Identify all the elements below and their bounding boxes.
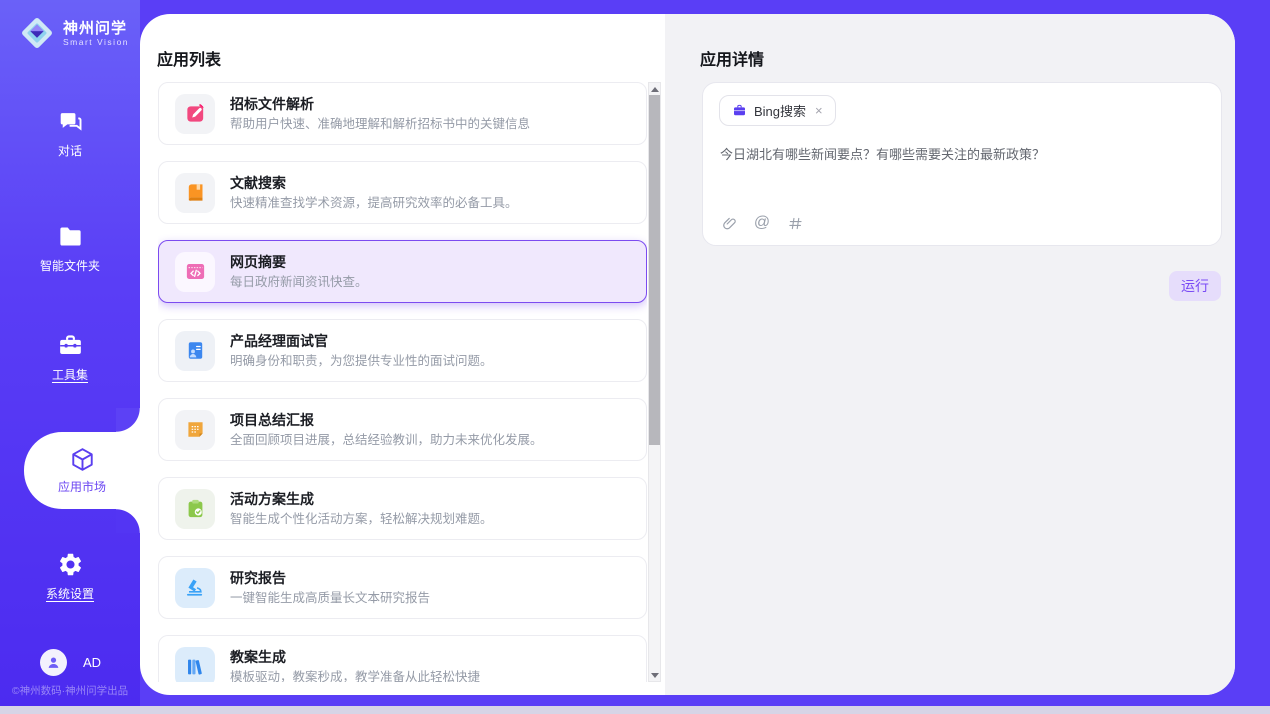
app-title: 教案生成: [230, 648, 480, 666]
clipboard-check-icon: [175, 489, 215, 529]
query-input-card[interactable]: Bing搜索 × 今日湖北有哪些新闻要点？有哪些需要关注的最新政策？ @: [702, 82, 1222, 246]
sidebar-item-tools[interactable]: 工具集: [0, 332, 140, 383]
run-button[interactable]: 运行: [1169, 271, 1221, 301]
app-card[interactable]: 研究报告一键智能生成高质量长文本研究报告: [158, 556, 647, 619]
sidebar-item-settings[interactable]: 系统设置: [0, 551, 140, 602]
app-card-text: 网页摘要每日政府新闻资讯快查。: [230, 253, 368, 290]
gear-icon: [57, 551, 84, 578]
paperclip-icon[interactable]: [720, 214, 738, 232]
user-initials: AD: [83, 655, 101, 670]
memo-icon: [175, 410, 215, 450]
toolbox-icon: [57, 332, 84, 359]
brand-name: 神州问学: [63, 20, 129, 37]
books-icon: [175, 647, 215, 683]
app-card[interactable]: 活动方案生成智能生成个性化活动方案，轻松解决规划难题。: [158, 477, 647, 540]
user-row[interactable]: AD: [40, 649, 101, 676]
hash-icon[interactable]: [786, 214, 804, 232]
sidebar-item-label: 工具集: [52, 366, 88, 383]
app-card-text: 教案生成模板驱动，教案秒成，教学准备从此轻松快捷: [230, 648, 480, 682]
sidebar-item-label: 应用市场: [58, 478, 106, 495]
app-desc: 快速精准查找学术资源，提高研究效率的必备工具。: [230, 196, 518, 211]
copyright-text: ©神州数码·神州问学出品: [0, 683, 140, 698]
app-card[interactable]: 项目总结汇报全面回顾项目进展，总结经验教训，助力未来优化发展。: [158, 398, 647, 461]
app-details-pane: 应用详情 Bing搜索 × 今日湖北有哪些新闻要点？有哪些需要关注的最新政策？: [665, 14, 1235, 695]
sidebar-item-chat[interactable]: 对话: [0, 108, 140, 159]
app-desc: 帮助用户快速、准确地理解和解析招标书中的关键信息: [230, 117, 530, 132]
gem-diamond-icon: [18, 14, 56, 52]
scrollbar-thumb[interactable]: [649, 95, 660, 445]
brand-subtitle: Smart Vision: [63, 37, 129, 47]
edit-doc-icon: [175, 94, 215, 134]
app-card[interactable]: 招标文件解析帮助用户快速、准确地理解和解析招标书中的关键信息: [158, 82, 647, 145]
app-desc: 一键智能生成高质量长文本研究报告: [230, 591, 430, 606]
app-title: 招标文件解析: [230, 95, 530, 113]
web-code-icon: [175, 252, 215, 292]
arrow-down-icon[interactable]: [649, 669, 660, 681]
app-desc: 明确身份和职责，为您提供专业性的面试问题。: [230, 354, 493, 369]
sidebar-item-label: 系统设置: [46, 585, 94, 602]
interviewer-icon: [175, 331, 215, 371]
app-card-text: 招标文件解析帮助用户快速、准确地理解和解析招标书中的关键信息: [230, 95, 530, 132]
app-desc: 全面回顾项目进展，总结经验教训，助力未来优化发展。: [230, 433, 543, 448]
sidebar-item-label: 智能文件夹: [40, 257, 100, 274]
briefcase-icon: [732, 103, 747, 118]
microscope-icon: [175, 568, 215, 608]
chat-icon: [57, 108, 84, 135]
app-card-text: 文献搜索快速精准查找学术资源，提高研究效率的必备工具。: [230, 174, 518, 211]
arrow-up-icon[interactable]: [649, 83, 660, 95]
sidebar-item-folders[interactable]: 智能文件夹: [0, 223, 140, 274]
main-window: 应用列表 招标文件解析帮助用户快速、准确地理解和解析招标书中的关键信息文献搜索快…: [140, 14, 1235, 695]
app-list-title: 应用列表: [157, 46, 221, 70]
app-card[interactable]: 网页摘要每日政府新闻资讯快查。: [158, 240, 647, 303]
app-desc: 每日政府新闻资讯快查。: [230, 275, 368, 290]
app-title: 网页摘要: [230, 253, 368, 271]
app-title: 研究报告: [230, 569, 430, 587]
app-card[interactable]: 产品经理面试官明确身份和职责，为您提供专业性的面试问题。: [158, 319, 647, 382]
sidebar-item-label: 对话: [58, 142, 82, 159]
book-icon: [175, 173, 215, 213]
app-title: 项目总结汇报: [230, 411, 543, 429]
tool-chip-label: Bing搜索: [754, 101, 806, 120]
tool-chip-bing-search[interactable]: Bing搜索 ×: [719, 95, 836, 126]
folder-icon: [57, 223, 84, 250]
query-text[interactable]: 今日湖北有哪些新闻要点？有哪些需要关注的最新政策？: [720, 145, 1201, 164]
at-icon[interactable]: @: [753, 214, 771, 232]
app-title: 文献搜索: [230, 174, 518, 192]
avatar: [40, 649, 67, 676]
sidebar-item-market[interactable]: 应用市场: [24, 432, 140, 509]
close-icon[interactable]: ×: [813, 103, 825, 118]
sidebar: 神州问学 Smart Vision 对话智能文件夹工具集应用市场系统设置 AD …: [0, 0, 140, 706]
brand-logo: 神州问学 Smart Vision: [18, 14, 129, 52]
app-desc: 模板驱动，教案秒成，教学准备从此轻松快捷: [230, 670, 480, 682]
app-card-text: 研究报告一键智能生成高质量长文本研究报告: [230, 569, 430, 606]
app-card-list: 招标文件解析帮助用户快速、准确地理解和解析招标书中的关键信息文献搜索快速精准查找…: [158, 82, 647, 682]
app-card-text: 产品经理面试官明确身份和职责，为您提供专业性的面试问题。: [230, 332, 493, 369]
app-desc: 智能生成个性化活动方案，轻松解决规划难题。: [230, 512, 493, 527]
input-toolbar: @: [720, 214, 804, 232]
scrollbar[interactable]: [648, 82, 661, 682]
person-icon: [45, 654, 62, 671]
app-list-pane: 应用列表 招标文件解析帮助用户快速、准确地理解和解析招标书中的关键信息文献搜索快…: [140, 14, 665, 695]
app-card[interactable]: 文献搜索快速精准查找学术资源，提高研究效率的必备工具。: [158, 161, 647, 224]
app-title: 活动方案生成: [230, 490, 493, 508]
sidebar-nav: 对话智能文件夹工具集应用市场系统设置: [0, 108, 140, 602]
app-details-title: 应用详情: [700, 46, 764, 70]
app-card-text: 活动方案生成智能生成个性化活动方案，轻松解决规划难题。: [230, 490, 493, 527]
app-card-text: 项目总结汇报全面回顾项目进展，总结经验教训，助力未来优化发展。: [230, 411, 543, 448]
app-card[interactable]: 教案生成模板驱动，教案秒成，教学准备从此轻松快捷: [158, 635, 647, 682]
cube-icon: [69, 446, 96, 473]
app-title: 产品经理面试官: [230, 332, 493, 350]
